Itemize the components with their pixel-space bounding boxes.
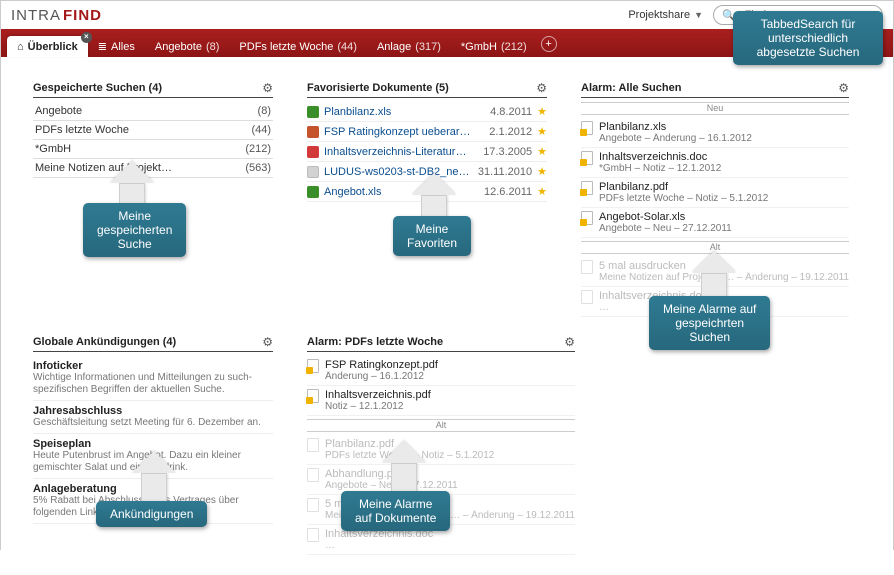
chevron-down-icon: ▼ <box>694 10 703 20</box>
logo-part-1: INTRA <box>11 7 61 24</box>
favorite-row[interactable]: Planbilanz.xls4.8.2011★ <box>307 102 547 122</box>
panel-title: Alarm: PDFs letzte Woche <box>307 336 443 348</box>
tab-count: (212) <box>501 41 527 53</box>
doc-icon <box>307 468 319 482</box>
doc-icon <box>581 151 593 165</box>
doc-icon <box>581 181 593 195</box>
tab-label: *GmbH <box>461 41 497 53</box>
xls-icon <box>307 186 319 198</box>
arrow-icon <box>141 451 176 503</box>
favorite-row[interactable]: Inhaltsverzeichnis-Literaturverzeichn…17… <box>307 142 547 162</box>
empty-cell <box>581 335 821 555</box>
star-icon[interactable]: ★ <box>537 105 547 118</box>
gear-icon[interactable]: ⚙ <box>564 335 575 349</box>
tab-pdfs[interactable]: PDFs letzte Woche (44) <box>229 36 367 57</box>
alarm-row[interactable]: Planbilanz.pdfPDFs letzte Woche – Notiz … <box>581 178 849 208</box>
pdf-icon <box>307 146 319 158</box>
section-new: Neu <box>581 102 849 115</box>
saved-search-row[interactable]: *GmbH(212) <box>33 140 273 159</box>
doc-icon <box>307 166 319 178</box>
alarm-row[interactable]: Inhaltsverzeichnis.pdfNotiz – 12.1.2012 <box>307 386 575 416</box>
star-icon[interactable]: ★ <box>537 185 547 198</box>
callout-favorites: MeineFavoriten <box>393 216 471 256</box>
announcement-row[interactable]: JahresabschlussGeschäftsleitung setzt Me… <box>33 401 273 434</box>
tab-anlage[interactable]: Anlage (317) <box>367 36 451 57</box>
list-icon: ≣ <box>98 40 107 53</box>
project-selector-label: Projektshare <box>628 9 690 21</box>
gear-icon[interactable]: ⚙ <box>262 81 273 95</box>
logo: INTRAFIND <box>11 7 102 24</box>
favorite-row[interactable]: FSP Ratingkonzept ueberarb.ppt2.1.2012★ <box>307 122 547 142</box>
tab-gmbh[interactable]: *GmbH (212) <box>451 36 537 57</box>
doc-icon <box>307 528 319 542</box>
saved-search-row[interactable]: Angebote(8) <box>33 102 273 121</box>
saved-search-row[interactable]: PDFs letzte Woche(44) <box>33 121 273 140</box>
doc-icon <box>307 438 319 452</box>
doc-icon <box>581 260 593 274</box>
xls-icon <box>307 106 319 118</box>
tab-label: Alles <box>111 41 135 53</box>
tab-label: PDFs letzte Woche <box>239 41 333 53</box>
alarm-row[interactable]: Planbilanz.pdfPDFs letzte Woche – Notiz … <box>307 435 575 465</box>
callout-saved: MeinegespeichertenSuche <box>83 203 186 257</box>
alarm-row[interactable]: Angebot-Solar.xlsAngebote – Neu – 27.12.… <box>581 208 849 238</box>
alarm-row[interactable]: Planbilanz.xlsAngebote – Änderung – 16.1… <box>581 118 849 148</box>
panel-title: Gespeicherte Suchen (4) <box>33 82 162 94</box>
panel-title: Globale Ankündigungen (4) <box>33 336 176 348</box>
close-icon[interactable]: × <box>81 32 92 43</box>
gear-icon[interactable]: ⚙ <box>262 335 273 349</box>
ppt-icon <box>307 126 319 138</box>
add-tab-button[interactable]: + <box>541 36 557 52</box>
panel-title: Favorisierte Dokumente (5) <box>307 82 449 94</box>
callout-alarms: Meine Alarme aufgespeichrtenSuchen <box>649 296 770 350</box>
section-old: Alt <box>307 419 575 432</box>
tab-label: Angebote <box>155 41 202 53</box>
doc-icon <box>581 211 593 225</box>
announcement-row[interactable]: InfotickerWichtige Informationen und Mit… <box>33 356 273 401</box>
panel-title: Alarm: Alle Suchen <box>581 82 681 94</box>
logo-part-2: FIND <box>63 7 102 24</box>
tab-count: (8) <box>206 41 219 53</box>
tab-label: Überblick <box>28 41 78 53</box>
callout-doc-alarms: Meine Alarmeauf Dokumente <box>341 491 450 531</box>
tab-label: Anlage <box>377 41 411 53</box>
doc-icon <box>581 121 593 135</box>
callout-tabbed-search: TabbedSearch fürunterschiedlichabgesetzt… <box>733 11 883 65</box>
arrow-icon <box>391 441 426 493</box>
star-icon[interactable]: ★ <box>537 145 547 158</box>
alarm-row[interactable]: Inhaltsverzeichnis.doc*GmbH – Notiz – 12… <box>581 148 849 178</box>
doc-icon <box>307 498 319 512</box>
project-selector[interactable]: Projektshare ▼ <box>628 9 703 21</box>
tab-all[interactable]: ≣ Alles <box>88 35 145 57</box>
gear-icon[interactable]: ⚙ <box>536 81 547 95</box>
tab-count: (44) <box>337 41 357 53</box>
callout-announcements: Ankündigungen <box>96 501 207 527</box>
tab-offers[interactable]: Angebote (8) <box>145 36 230 57</box>
tab-count: (317) <box>415 41 441 53</box>
doc-icon <box>307 359 319 373</box>
star-icon[interactable]: ★ <box>537 165 547 178</box>
doc-icon <box>307 389 319 403</box>
doc-icon <box>581 290 593 304</box>
star-icon[interactable]: ★ <box>537 125 547 138</box>
gear-icon[interactable]: ⚙ <box>838 81 849 95</box>
home-icon: ⌂ <box>17 41 24 53</box>
alarm-row[interactable]: FSP Ratingkonzept.pdfÄnderung – 16.1.201… <box>307 356 575 386</box>
tab-overview[interactable]: ⌂ Überblick × <box>7 36 88 57</box>
